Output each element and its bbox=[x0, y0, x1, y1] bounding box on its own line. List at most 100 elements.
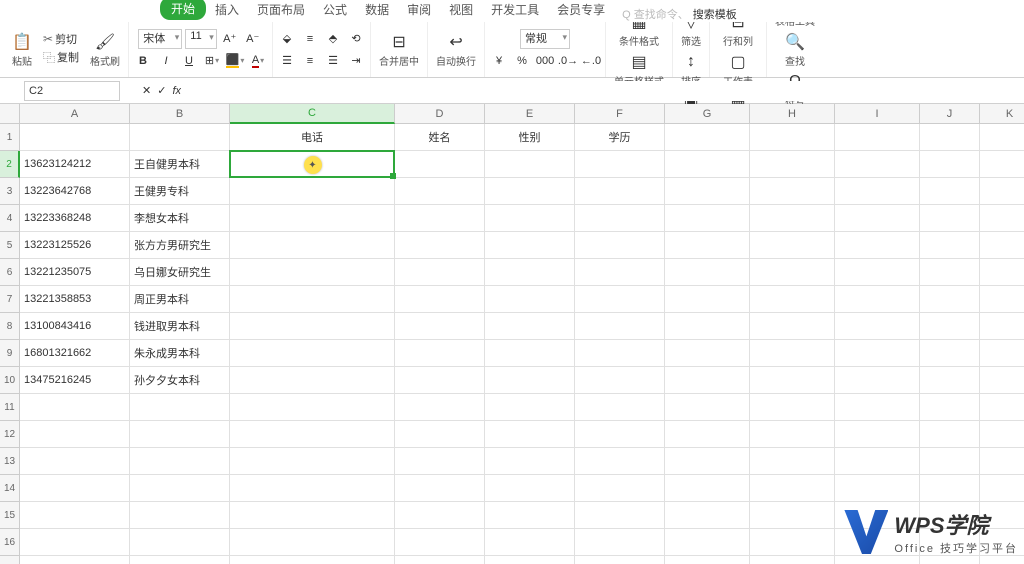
cell-F17[interactable] bbox=[575, 556, 665, 564]
col-header-J[interactable]: J bbox=[920, 104, 980, 124]
cell-I7[interactable] bbox=[835, 286, 920, 313]
cell-J7[interactable] bbox=[920, 286, 980, 313]
cell-K7[interactable] bbox=[980, 286, 1024, 313]
italic-button[interactable]: I bbox=[156, 51, 176, 71]
cell-J4[interactable] bbox=[920, 205, 980, 232]
cell-I12[interactable] bbox=[835, 421, 920, 448]
cell-F13[interactable] bbox=[575, 448, 665, 475]
cell-H9[interactable] bbox=[750, 340, 835, 367]
cell-I14[interactable] bbox=[835, 475, 920, 502]
cell-H13[interactable] bbox=[750, 448, 835, 475]
cell-B11[interactable] bbox=[130, 394, 230, 421]
cell-G9[interactable] bbox=[665, 340, 750, 367]
cell-D4[interactable] bbox=[395, 205, 485, 232]
cell-E6[interactable] bbox=[485, 259, 575, 286]
tab-insert[interactable]: 插入 bbox=[206, 0, 248, 22]
cell-I11[interactable] bbox=[835, 394, 920, 421]
cell-G10[interactable] bbox=[665, 367, 750, 394]
cell-C1[interactable]: 电话 bbox=[230, 124, 395, 151]
cell-E5[interactable] bbox=[485, 232, 575, 259]
cell-K4[interactable] bbox=[980, 205, 1024, 232]
cell-I9[interactable] bbox=[835, 340, 920, 367]
cell-A15[interactable] bbox=[20, 502, 130, 529]
col-header-C[interactable]: C bbox=[230, 104, 395, 124]
cell-K9[interactable] bbox=[980, 340, 1024, 367]
tab-formulas[interactable]: 公式 bbox=[314, 0, 356, 22]
cell-E2[interactable] bbox=[485, 151, 575, 178]
cell-D3[interactable] bbox=[395, 178, 485, 205]
comma-button[interactable]: 000 bbox=[535, 51, 555, 71]
cell-B15[interactable] bbox=[130, 502, 230, 529]
cell-E15[interactable] bbox=[485, 502, 575, 529]
cell-C8[interactable] bbox=[230, 313, 395, 340]
align-top-button[interactable]: ⬙ bbox=[277, 29, 297, 49]
cell-G13[interactable] bbox=[665, 448, 750, 475]
cell-B4[interactable]: 李想女本科 bbox=[130, 205, 230, 232]
cell-F2[interactable] bbox=[575, 151, 665, 178]
cell-C10[interactable] bbox=[230, 367, 395, 394]
cell-A3[interactable]: 13223642768 bbox=[20, 178, 130, 205]
cell-D6[interactable] bbox=[395, 259, 485, 286]
col-header-D[interactable]: D bbox=[395, 104, 485, 124]
cell-K5[interactable] bbox=[980, 232, 1024, 259]
currency-button[interactable]: ¥ bbox=[489, 51, 509, 71]
row-header-6[interactable]: 6 bbox=[0, 259, 20, 286]
cell-H17[interactable] bbox=[750, 556, 835, 564]
cell-D17[interactable] bbox=[395, 556, 485, 564]
cell-F12[interactable] bbox=[575, 421, 665, 448]
cell-D13[interactable] bbox=[395, 448, 485, 475]
cell-H3[interactable] bbox=[750, 178, 835, 205]
cell-E8[interactable] bbox=[485, 313, 575, 340]
cell-K2[interactable] bbox=[980, 151, 1024, 178]
cell-B9[interactable]: 朱永成男本科 bbox=[130, 340, 230, 367]
cell-A9[interactable]: 16801321662 bbox=[20, 340, 130, 367]
cell-F10[interactable] bbox=[575, 367, 665, 394]
cell-D2[interactable] bbox=[395, 151, 485, 178]
cell-H7[interactable] bbox=[750, 286, 835, 313]
formula-input[interactable] bbox=[181, 81, 1024, 101]
col-header-F[interactable]: F bbox=[575, 104, 665, 124]
align-left-button[interactable]: ☰ bbox=[277, 51, 297, 71]
cell-G15[interactable] bbox=[665, 502, 750, 529]
cell-A12[interactable] bbox=[20, 421, 130, 448]
cell-I10[interactable] bbox=[835, 367, 920, 394]
col-header-B[interactable]: B bbox=[130, 104, 230, 124]
fill-color-button[interactable]: ⬛▾ bbox=[225, 51, 245, 71]
cell-J5[interactable] bbox=[920, 232, 980, 259]
row-header-9[interactable]: 9 bbox=[0, 340, 20, 367]
merge-center-button[interactable]: ⊟合并居中 bbox=[375, 30, 423, 70]
tab-page-layout[interactable]: 页面布局 bbox=[248, 0, 314, 22]
cell-G8[interactable] bbox=[665, 313, 750, 340]
cell-C9[interactable] bbox=[230, 340, 395, 367]
tab-developer[interactable]: 开发工具 bbox=[482, 0, 548, 22]
cell-I6[interactable] bbox=[835, 259, 920, 286]
cell-D5[interactable] bbox=[395, 232, 485, 259]
cells-area[interactable]: 电话姓名性别学历13623124212王自健男本科13223642768王健男专… bbox=[20, 124, 1024, 564]
cell-F6[interactable] bbox=[575, 259, 665, 286]
cell-G12[interactable] bbox=[665, 421, 750, 448]
cell-G5[interactable] bbox=[665, 232, 750, 259]
cell-K10[interactable] bbox=[980, 367, 1024, 394]
cell-C15[interactable] bbox=[230, 502, 395, 529]
row-header-17[interactable]: 17 bbox=[0, 556, 20, 564]
col-header-I[interactable]: I bbox=[835, 104, 920, 124]
cell-F1[interactable]: 学历 bbox=[575, 124, 665, 151]
font-size-select[interactable]: 11 bbox=[185, 29, 216, 49]
cell-J17[interactable] bbox=[920, 556, 980, 564]
font-color-button[interactable]: A▾ bbox=[248, 51, 268, 71]
cell-C16[interactable] bbox=[230, 529, 395, 556]
cell-I17[interactable] bbox=[835, 556, 920, 564]
cell-C12[interactable] bbox=[230, 421, 395, 448]
cut-button[interactable]: ✂剪切 bbox=[40, 30, 82, 48]
cell-G6[interactable] bbox=[665, 259, 750, 286]
wrap-text-button[interactable]: ↩自动换行 bbox=[432, 30, 480, 70]
spreadsheet-grid[interactable]: ABCDEFGHIJK 1234567891011121314151617 电话… bbox=[0, 104, 1024, 564]
cell-B3[interactable]: 王健男专科 bbox=[130, 178, 230, 205]
align-right-button[interactable]: ☰ bbox=[323, 51, 343, 71]
row-header-1[interactable]: 1 bbox=[0, 124, 20, 151]
cell-C5[interactable] bbox=[230, 232, 395, 259]
cell-A7[interactable]: 13221358853 bbox=[20, 286, 130, 313]
cell-A1[interactable] bbox=[20, 124, 130, 151]
row-header-7[interactable]: 7 bbox=[0, 286, 20, 313]
cell-K6[interactable] bbox=[980, 259, 1024, 286]
